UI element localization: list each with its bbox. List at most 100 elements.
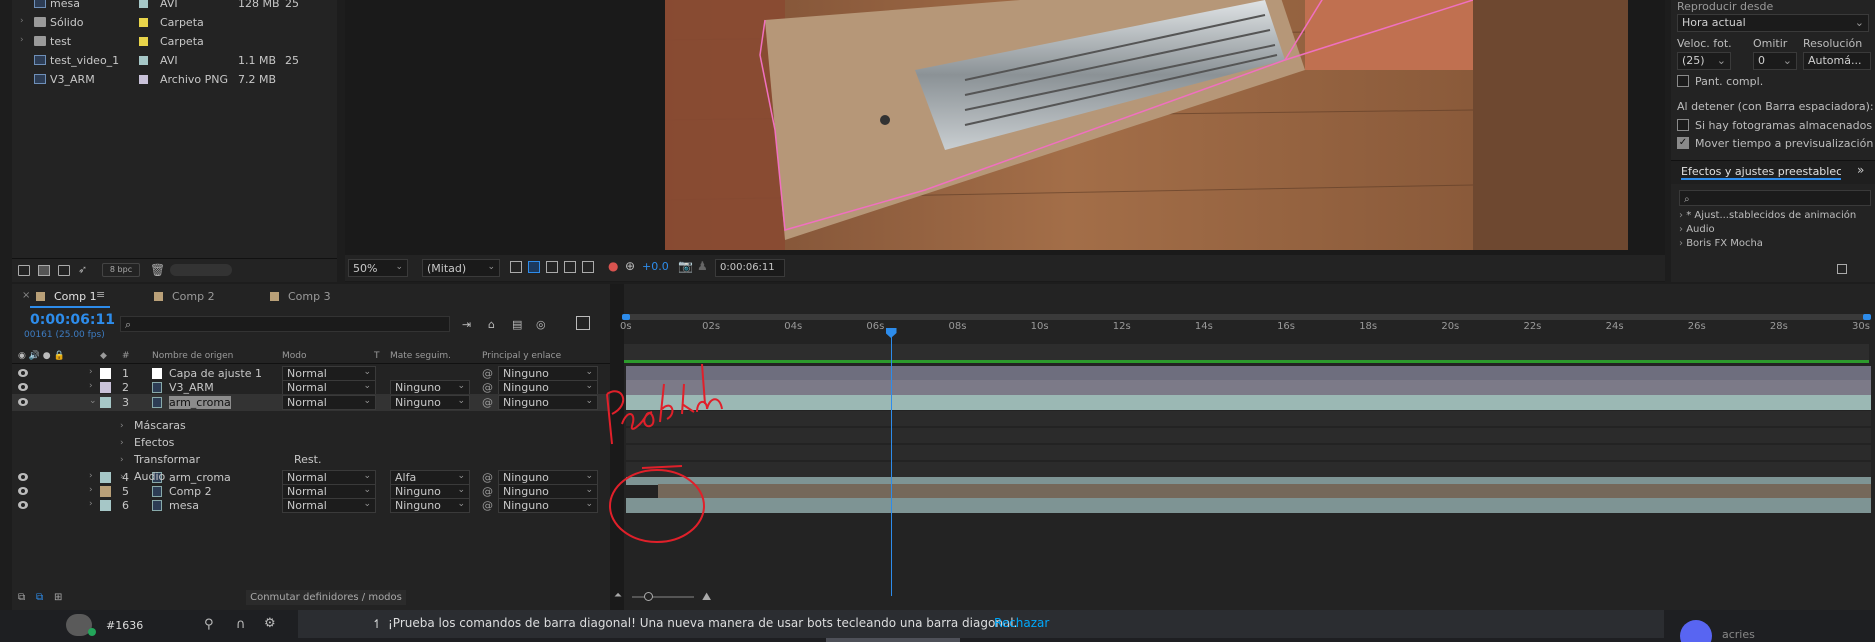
project-item[interactable]: mesa AVI 128 MB 25 xyxy=(12,0,337,13)
zoom-slider-thumb[interactable] xyxy=(644,592,653,601)
new-preset-icon[interactable] xyxy=(1837,264,1847,274)
project-item[interactable]: test_video_1 AVI 1.1 MB 25 xyxy=(12,51,337,70)
mask-visibility-icon[interactable] xyxy=(546,261,558,273)
show-snapshot-icon[interactable]: ♟ xyxy=(697,259,708,273)
toggle-switches-modes-button[interactable]: Conmutar definidores / modos xyxy=(246,590,406,605)
layer-search-input[interactable]: ⌕ xyxy=(120,316,450,332)
masks-property[interactable]: Máscaras xyxy=(134,419,186,432)
layer-label-swatch[interactable] xyxy=(100,500,111,511)
visibility-eye-icon[interactable] xyxy=(18,473,28,481)
flowchart-icon[interactable]: ➶ xyxy=(78,263,90,276)
zoom-in-icon[interactable]: ⛰ xyxy=(702,590,711,604)
timeline-timecode[interactable]: 0:00:06:11 xyxy=(30,312,115,328)
label-color-swatch[interactable] xyxy=(139,0,148,8)
effects-category[interactable]: › Boris FX Mocha xyxy=(1679,238,1763,249)
guides-icon[interactable] xyxy=(564,261,576,273)
tab-menu-icon[interactable]: ≡ xyxy=(96,288,105,301)
effects-search-input[interactable]: ⌕ xyxy=(1679,190,1871,206)
twirl-icon[interactable]: › xyxy=(89,367,93,377)
settings-gear-icon[interactable]: ⚙ xyxy=(264,616,276,631)
move-time-checkbox[interactable]: ✓ xyxy=(1677,137,1689,149)
layer-label-swatch[interactable] xyxy=(100,472,111,483)
effects-category[interactable]: › * Ajust...stablecidos de animación xyxy=(1679,210,1856,221)
layer-row[interactable]: ⌄ 3 arm_croma Normal ⌄ Ninguno ⌄ @ Ninguno ⌄ xyxy=(12,394,610,411)
fullscreen-checkbox[interactable] xyxy=(1677,75,1689,87)
blend-mode-select[interactable]: Normal ⌄ xyxy=(282,498,376,513)
label-color-swatch[interactable] xyxy=(139,56,148,65)
tab-comp-1[interactable]: Comp 1 xyxy=(54,290,97,303)
label-color-swatch[interactable] xyxy=(139,37,148,46)
headphones-icon[interactable]: ∩ xyxy=(236,617,246,632)
playhead-handle[interactable] xyxy=(885,328,897,338)
effects-category[interactable]: › Audio xyxy=(1679,224,1715,235)
label-color-swatch[interactable] xyxy=(139,75,148,84)
pick-whip-icon[interactable]: @ xyxy=(482,381,493,394)
transform-twirl[interactable]: › xyxy=(120,455,124,465)
frame-blending-icon[interactable]: ▤ xyxy=(512,318,522,331)
motion-blur-icon[interactable]: ◎ xyxy=(536,318,546,331)
zoom-slider[interactable] xyxy=(632,596,694,598)
audio-twirl[interactable]: › xyxy=(120,472,124,482)
close-tab-icon[interactable]: × xyxy=(22,290,30,301)
track-matte-select[interactable]: Ninguno ⌄ xyxy=(390,498,470,513)
track-matte-select[interactable]: Ninguno ⌄ xyxy=(390,395,470,410)
project-item[interactable]: › test Carpeta xyxy=(12,32,337,51)
tab-comp-2[interactable]: Comp 2 xyxy=(172,290,215,303)
pick-whip-icon[interactable]: @ xyxy=(482,396,493,409)
layer-name[interactable]: arm_croma xyxy=(169,396,231,409)
twirl-icon[interactable]: › xyxy=(89,485,93,495)
snapshot-icon[interactable]: 📷 xyxy=(678,259,693,273)
twirl-icon[interactable]: › xyxy=(20,35,24,45)
play-from-select[interactable]: Hora actual ⌄ xyxy=(1677,14,1869,32)
effects-property[interactable]: Efectos xyxy=(134,436,174,449)
source-name-header[interactable]: Nombre de origen xyxy=(152,351,233,361)
transform-reset-link[interactable]: Rest. xyxy=(294,453,321,466)
track-matte-select[interactable]: Ninguno ⌄ xyxy=(390,380,470,395)
dismiss-link[interactable]: Rechazar xyxy=(994,616,1049,630)
layer-name[interactable]: mesa xyxy=(169,499,199,512)
time-navigator[interactable] xyxy=(624,344,1869,360)
resolution-select[interactable]: (Mitad) ⌄ xyxy=(422,259,500,277)
work-area-end[interactable] xyxy=(1863,314,1871,320)
color-channels-icon[interactable]: ● xyxy=(608,259,618,273)
masks-twirl[interactable]: › xyxy=(120,421,124,431)
graph-editor-icon[interactable] xyxy=(576,316,590,330)
effects-twirl[interactable]: › xyxy=(120,438,124,448)
transfer-controls-icon[interactable]: ⧉ xyxy=(36,592,43,603)
blend-mode-select[interactable]: Normal ⌄ xyxy=(282,395,376,410)
twirl-icon[interactable]: ⌄ xyxy=(89,396,97,406)
zoom-out-icon[interactable]: ⏶ xyxy=(614,590,622,601)
fps-select[interactable]: (25) ⌄ xyxy=(1677,52,1731,70)
skip-select[interactable]: 0 ⌄ xyxy=(1753,52,1797,70)
color-management-icon[interactable]: ⊕ xyxy=(625,259,635,273)
project-item[interactable]: V3_ARM Archivo PNG 7.2 MB xyxy=(12,70,337,89)
layer-label-swatch[interactable] xyxy=(100,382,111,393)
playhead-line[interactable] xyxy=(890,330,892,596)
effects-presets-tab[interactable]: Efectos y ajustes preestablecid xyxy=(1681,165,1841,180)
panel-menu-icon[interactable]: » xyxy=(1857,163,1864,177)
layer-duration-bar[interactable] xyxy=(626,395,1871,410)
user-avatar[interactable] xyxy=(1680,620,1712,642)
composition-canvas[interactable] xyxy=(665,0,1628,250)
delete-icon[interactable]: 🗑 xyxy=(150,263,165,277)
interpret-footage-icon[interactable] xyxy=(18,265,30,276)
shy-layers-icon[interactable]: ⌂ xyxy=(488,318,495,331)
comp-flowchart-icon[interactable]: ⇥ xyxy=(462,318,471,331)
thumbnail-slider[interactable] xyxy=(170,264,232,276)
grid-icon[interactable] xyxy=(582,261,594,273)
visibility-eye-icon[interactable] xyxy=(18,487,28,495)
new-folder-icon[interactable] xyxy=(38,265,50,276)
layer-duration-bar[interactable] xyxy=(626,366,1871,381)
bit-depth-button[interactable]: 8 bpc xyxy=(102,263,140,277)
audio-property[interactable]: Audio xyxy=(134,470,165,483)
transparency-grid-icon[interactable] xyxy=(528,261,540,273)
transform-property[interactable]: Transformar xyxy=(134,453,200,466)
layer-switches-icon[interactable]: ⧉ xyxy=(18,592,25,603)
twirl-icon[interactable]: › xyxy=(89,471,93,481)
resolution-preview-select[interactable]: Automá... xyxy=(1803,52,1871,70)
blend-mode-select[interactable]: Normal ⌄ xyxy=(282,380,376,395)
zoom-select[interactable]: 50% ⌄ xyxy=(348,259,408,277)
work-area-bar[interactable] xyxy=(624,314,1869,320)
twirl-icon[interactable]: › xyxy=(20,16,24,26)
visibility-eye-icon[interactable] xyxy=(18,369,28,377)
